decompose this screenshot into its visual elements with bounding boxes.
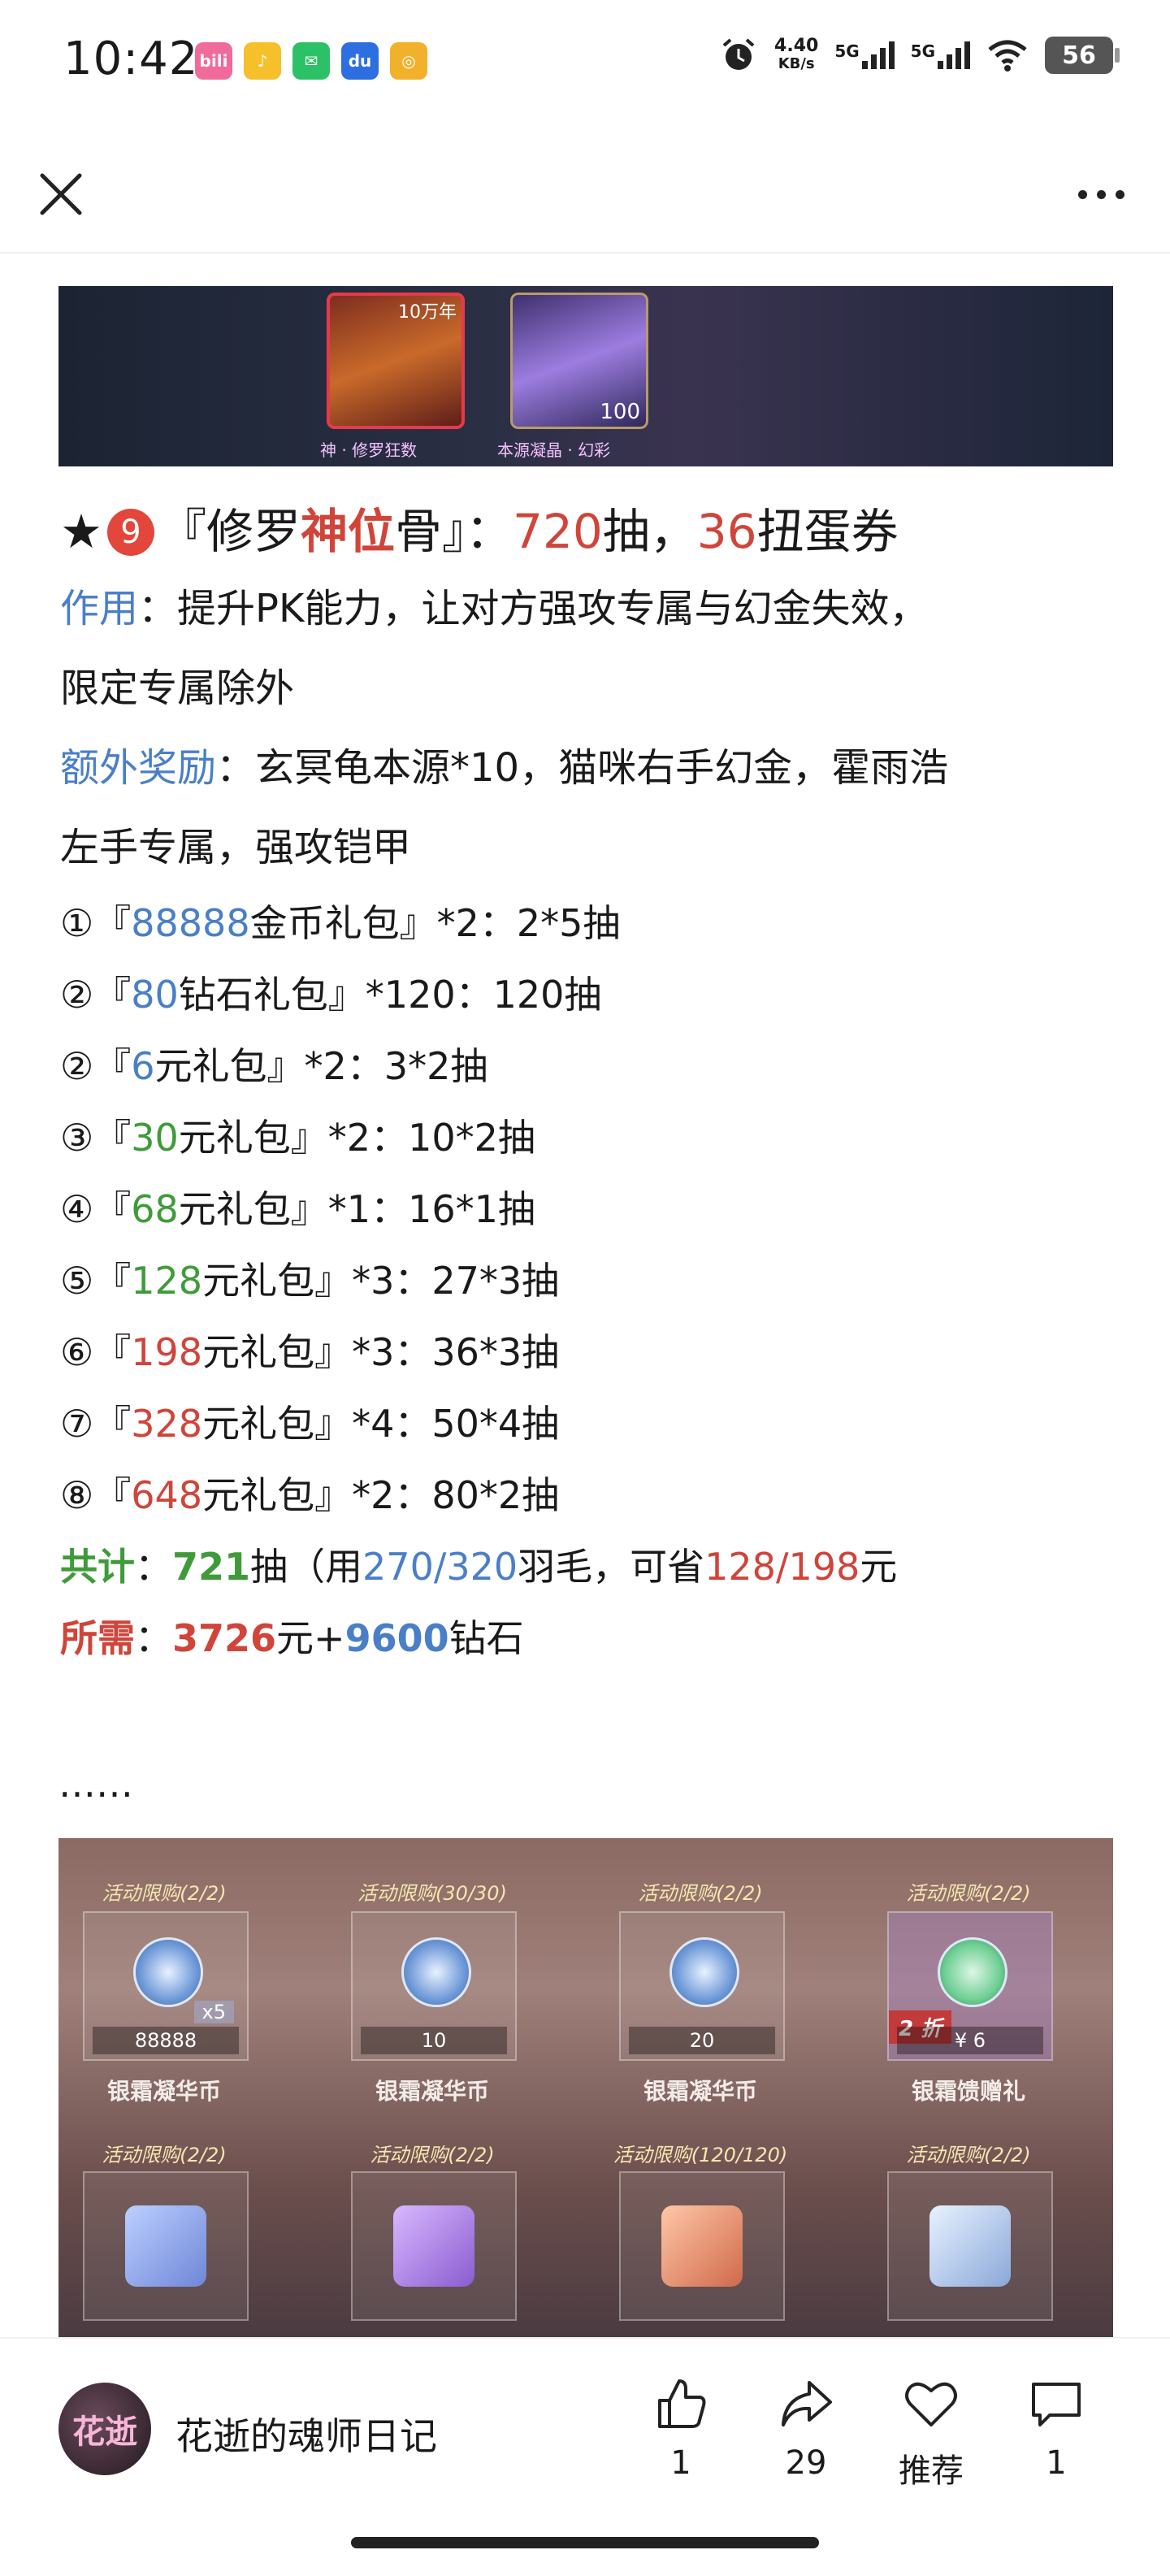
status-indicators: 4.40 KB/s 5G 5G 56 — [719, 36, 1120, 75]
more-button[interactable] — [1064, 166, 1138, 223]
article-image-top[interactable]: 10万年 100 神 · 修罗狂数 本源凝晶 · 幻彩 — [58, 286, 1113, 466]
author-name[interactable]: 花逝的魂师日记 — [176, 2407, 437, 2461]
list-item: ②『6元礼包』*2：3*2抽 — [60, 1044, 488, 1088]
tile-price: ¥ 6 — [897, 2027, 1043, 2054]
article-image-shop[interactable]: 活动限购(2/2) x5 88888 银霜凝华币 活动限购(30/30) 10 … — [58, 1838, 1113, 2342]
signal-2: 5G — [911, 41, 970, 69]
shop-tile: 活动限购(2/2) — [58, 2106, 270, 2342]
shop-tile: 活动限购(2/2) 20 银霜凝华币 — [595, 1838, 806, 2106]
tile-price: 10 — [361, 2027, 507, 2054]
shop-tile: 活动限购(2/2) x5 88888 银霜凝华币 — [58, 1838, 270, 2106]
wechat-icon: ✉ — [292, 42, 330, 80]
list-item: ⑤『128元礼包』*3：27*3抽 — [60, 1259, 560, 1303]
number-badge: 9 — [107, 509, 154, 556]
like-button[interactable]: 1 — [636, 2374, 726, 2482]
comment-count: 1 — [1046, 2444, 1067, 2482]
recommend-button[interactable]: 推荐 — [886, 2374, 976, 2491]
app-icon: ◎ — [390, 42, 427, 80]
shop-tile: 活动限购(2/2) 2 折 ¥ 6 银霜馈赠礼 — [863, 1838, 1074, 2106]
item-card-shura: 10万年 — [327, 293, 465, 429]
signal-1: 5G — [834, 41, 895, 69]
qq-music-icon: ♪ — [244, 42, 281, 80]
bilibili-icon: bili — [195, 42, 232, 80]
snowflake-coin-icon — [670, 1937, 739, 2007]
battery-indicator: 56 — [1045, 37, 1120, 74]
gift-box-icon — [393, 2205, 474, 2287]
network-speed: 4.40 KB/s — [774, 36, 819, 73]
gift-box-icon — [930, 2205, 1011, 2287]
notification-icons: bili ♪ ✉ du ◎ — [195, 42, 427, 80]
comment-button[interactable]: 1 — [1012, 2374, 1101, 2482]
close-button[interactable] — [32, 166, 89, 223]
snowflake-coin-icon — [401, 1937, 471, 2007]
shop-tile: 活动限购(2/2) — [863, 2106, 1074, 2342]
bonus-line: 额外奖励：玄冥龟本源*10，猫咪右手幻金，霍雨浩 — [60, 745, 949, 791]
ellipsis: …… — [58, 1762, 133, 1806]
share-icon — [782, 2381, 832, 2426]
item-caption: 本源凝晶 · 幻彩 — [497, 440, 611, 460]
thumbs-up-icon — [658, 2379, 706, 2428]
article-heading: ★ 9 『修罗神位骨』：720抽，36扭蛋券 — [60, 504, 899, 559]
list-item: ⑦『328元礼包』*4：50*4抽 — [60, 1402, 560, 1446]
item-card-crystal: 100 — [510, 293, 648, 429]
status-bar: 10:42 bili ♪ ✉ du ◎ 4.40 KB/s 5G 5G 56 — [0, 0, 1170, 122]
status-time: 10:42 — [63, 33, 199, 85]
list-item: ③『30元礼包』*2：10*2抽 — [60, 1116, 535, 1160]
list-item: ④『68元礼包』*1：16*1抽 — [60, 1187, 535, 1231]
comment-icon — [1032, 2383, 1081, 2426]
total-line: 共计：721抽（用270/320羽毛，可省128/198元 — [60, 1545, 898, 1589]
share-count: 29 — [785, 2444, 827, 2482]
alarm-icon — [722, 38, 755, 70]
list-item: ⑧『648元礼包』*2：80*2抽 — [60, 1473, 560, 1517]
like-count: 1 — [670, 2444, 691, 2482]
gift-box-icon — [661, 2205, 743, 2287]
top-nav — [0, 146, 1170, 254]
signal-bars-icon — [861, 41, 895, 69]
avatar[interactable]: 花逝 — [58, 2383, 151, 2475]
effect-line-2: 限定专属除外 — [60, 666, 295, 711]
required-line: 所需：3726元+9600钻石 — [60, 1616, 524, 1660]
article-body: ★ 9 『修罗神位骨』：720抽，36扭蛋券 作用：提升PK能力，让对方强攻专属与幻… — [60, 494, 1116, 1674]
signal-bars-icon — [938, 41, 970, 69]
shop-tile: 活动限购(2/2) — [327, 2106, 538, 2342]
shop-tile: 活动限购(120/120) — [595, 2106, 806, 2342]
baidu-icon: du — [341, 42, 379, 80]
gift-box-icon — [125, 2205, 206, 2287]
close-icon — [40, 173, 82, 215]
snowflake-coin-icon — [133, 1937, 203, 2007]
home-indicator[interactable] — [351, 2537, 819, 2548]
tile-price: 20 — [629, 2027, 775, 2054]
list-item: ⑥『198元礼包』*3：36*3抽 — [60, 1330, 560, 1374]
bonus-line-2: 左手专属，强攻铠甲 — [60, 825, 412, 870]
share-button[interactable]: 29 — [761, 2374, 851, 2482]
item-caption: 神 · 修罗狂数 — [320, 440, 418, 460]
effect-line: 作用：提升PK能力，让对方强攻专属与幻金失效， — [60, 586, 929, 631]
gift-box-icon — [938, 1937, 1008, 2007]
more-icon — [1077, 189, 1087, 199]
tile-price: 88888 — [93, 2027, 239, 2054]
heart-icon — [905, 2382, 957, 2426]
recommend-label: 推荐 — [899, 2452, 964, 2490]
wifi-icon — [988, 40, 1027, 72]
shop-tile: 活动限购(30/30) 10 银霜凝华币 — [327, 1838, 538, 2106]
list-item: ①『88888金币礼包』*2：2*5抽 — [60, 901, 621, 945]
list-item: ②『80钻石礼包』*120：120抽 — [60, 973, 602, 1017]
